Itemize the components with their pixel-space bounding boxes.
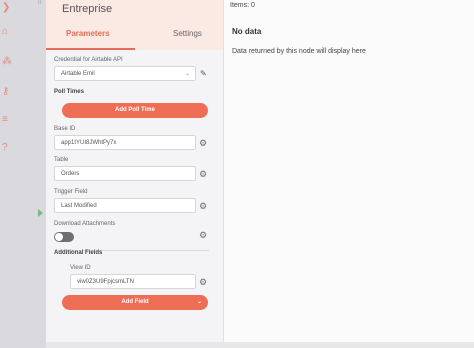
download-attachments-label: Download Attachments <box>54 221 116 227</box>
chevron-down-icon: ⌄ <box>184 71 190 77</box>
key-icon: ⚷ <box>2 86 10 97</box>
canvas-fragment: II <box>38 0 42 6</box>
panel-header: Entreprise Parameters Settings <box>46 0 223 50</box>
help-icon: ? <box>2 142 8 153</box>
node-icon: ❯ <box>2 2 11 13</box>
list-icon: ≡ <box>2 114 8 125</box>
no-data-title: No data <box>232 27 262 36</box>
table-input[interactable]: Orders <box>54 166 196 181</box>
node-title[interactable]: Entreprise <box>62 3 112 15</box>
gear-icon[interactable]: ⚙ <box>199 201 209 211</box>
credential-label: Credential for Airtable API <box>54 57 123 63</box>
nodes-icon: ⁂ <box>2 56 12 67</box>
home-icon: ⌂ <box>2 26 9 37</box>
panel-tabs: Parameters Settings <box>46 20 224 50</box>
view-id-label: View ID <box>70 265 91 271</box>
gear-icon[interactable]: ⚙ <box>199 230 209 240</box>
parameters-panel: Entreprise Parameters Settings Credentia… <box>46 0 224 342</box>
trigger-field-input[interactable]: Last Modified <box>54 198 196 213</box>
add-poll-time-button[interactable]: Add Poll Time <box>62 103 208 118</box>
items-count: Items: 0 <box>230 2 255 9</box>
toggle-knob <box>55 233 63 241</box>
poll-times-label: Poll Times <box>54 89 84 95</box>
output-panel: Items: 0 No data Data returned by this n… <box>224 0 474 342</box>
trigger-field-label: Trigger Field <box>54 189 88 195</box>
credential-value: Airtable Emil <box>61 71 95 77</box>
table-label: Table <box>54 157 69 163</box>
base-id-label: Base ID <box>54 126 76 132</box>
download-attachments-toggle[interactable] <box>54 232 74 242</box>
gear-icon[interactable]: ⚙ <box>199 138 209 148</box>
view-id-input[interactable]: viw0Z3U9FpjcsmLTN <box>70 274 196 289</box>
edit-credential-icon[interactable]: ✎ <box>200 69 209 78</box>
add-field-button[interactable]: Add Field ⌄ <box>62 295 208 310</box>
active-tab-indicator <box>46 48 135 50</box>
chevron-down-icon: ⌄ <box>196 299 202 305</box>
tab-settings[interactable]: Settings <box>173 29 202 38</box>
credential-select[interactable]: Airtable Emil ⌄ <box>54 66 196 81</box>
add-field-label: Add Field <box>121 299 149 305</box>
gear-icon[interactable]: ⚙ <box>199 277 209 287</box>
additional-fields-label: Additional Fields <box>54 250 103 256</box>
base-id-input[interactable]: app1tYUI8JWhtPy7x <box>54 135 196 150</box>
gear-icon[interactable]: ⚙ <box>199 169 209 179</box>
canvas-background-strip: II ❯ ⌂ ⁂ ⚷ ≡ ? <box>0 0 46 348</box>
tab-parameters[interactable]: Parameters <box>66 29 110 38</box>
execute-arrow-icon <box>38 209 43 217</box>
no-data-description: Data returned by this node will display … <box>232 48 366 55</box>
